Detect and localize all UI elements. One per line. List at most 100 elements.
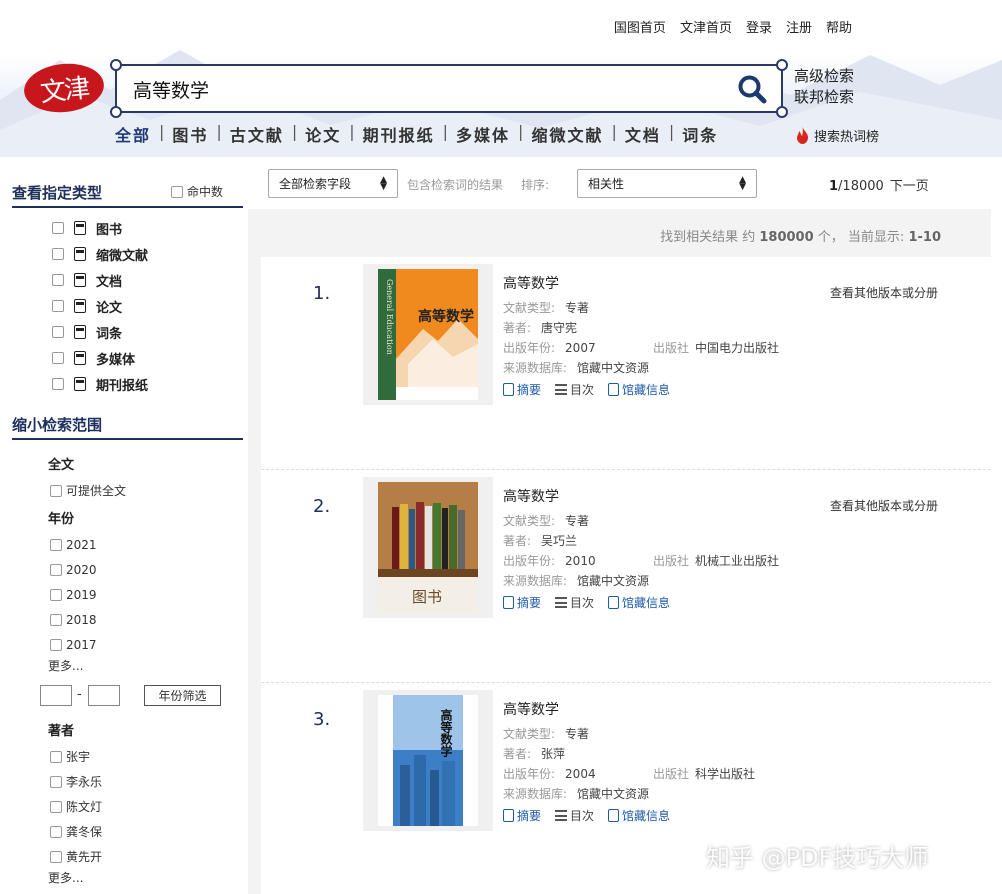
type-item-books[interactable]: 图书 bbox=[52, 215, 148, 241]
checkbox[interactable] bbox=[50, 800, 62, 813]
author-option[interactable]: 陈文灯 bbox=[48, 794, 102, 819]
meta-label: 来源数据库: bbox=[503, 361, 568, 375]
checkbox[interactable] bbox=[50, 588, 62, 601]
checkbox[interactable] bbox=[50, 825, 62, 838]
author-label: 张宇 bbox=[66, 750, 91, 764]
author-option[interactable]: 张宇 bbox=[48, 744, 102, 769]
other-versions-link[interactable]: 查看其他版本或分册 bbox=[830, 284, 938, 301]
checkbox[interactable] bbox=[50, 563, 62, 576]
tab-microform[interactable]: 缩微文献 bbox=[531, 122, 603, 146]
year-dash: - bbox=[77, 687, 82, 702]
year-option[interactable]: 2017 bbox=[48, 632, 97, 657]
checkbox[interactable] bbox=[52, 274, 64, 286]
type-item-papers[interactable]: 论文 bbox=[52, 293, 148, 319]
author-option[interactable]: 李永乐 bbox=[48, 769, 102, 794]
checkbox[interactable] bbox=[50, 850, 62, 863]
year-from-input[interactable] bbox=[40, 685, 72, 706]
toc-link[interactable]: 目次 bbox=[555, 594, 594, 611]
year-filter-button[interactable]: 年份筛选 bbox=[144, 685, 221, 706]
top-link-nlc-home[interactable]: 国图首页 bbox=[614, 17, 666, 36]
federated-search-link[interactable]: 联邦检索 bbox=[794, 87, 854, 108]
author-more-link[interactable]: 更多... bbox=[48, 869, 102, 886]
meta-label: 出版社 bbox=[653, 767, 690, 781]
checkbox[interactable] bbox=[52, 352, 64, 364]
advanced-search-link[interactable]: 高级检索 bbox=[794, 66, 854, 87]
cover-title: 图书 bbox=[412, 588, 442, 606]
checkbox[interactable] bbox=[52, 378, 64, 390]
meta-value: 中国电力出版社 bbox=[695, 341, 780, 355]
top-links: 国图首页 文津首页 登录 注册 帮助 bbox=[614, 17, 852, 36]
hot-search-link[interactable]: 搜索热词榜 bbox=[795, 126, 879, 145]
field-select[interactable]: 全部检索字段 ▲ ▼ bbox=[268, 169, 398, 198]
tab-ancient[interactable]: 古文献 bbox=[230, 122, 284, 146]
tab-books[interactable]: 图书 bbox=[172, 122, 208, 146]
author-option[interactable]: 黄先开 bbox=[48, 844, 102, 869]
checkbox[interactable] bbox=[50, 613, 62, 626]
holding-link[interactable]: 馆藏信息 bbox=[608, 594, 670, 611]
checkbox[interactable] bbox=[170, 185, 183, 198]
result-item: 2. 图书 高等数学 文献类型: 专著 著者: 吴巧兰 出版年份: 2010 出… bbox=[261, 470, 991, 683]
book-cover[interactable]: 图书 bbox=[378, 482, 478, 613]
tab-all[interactable]: 全部 bbox=[115, 122, 151, 146]
meta-label: 出版年份: bbox=[503, 554, 556, 568]
include-label: 包含检索词的结果 bbox=[407, 178, 504, 192]
result-title[interactable]: 高等数学 bbox=[503, 699, 559, 719]
year-more-link[interactable]: 更多... bbox=[48, 657, 97, 674]
checkbox[interactable] bbox=[52, 222, 64, 234]
abstract-link[interactable]: 摘要 bbox=[503, 594, 541, 611]
year-option[interactable]: 2020 bbox=[48, 557, 97, 582]
top-link-register[interactable]: 注册 bbox=[786, 17, 812, 36]
hits-toggle[interactable]: 命中数 bbox=[170, 183, 223, 200]
checkbox[interactable] bbox=[50, 638, 62, 651]
abstract-link[interactable]: 摘要 bbox=[503, 381, 541, 398]
type-item-microform[interactable]: 缩微文献 bbox=[52, 241, 148, 267]
other-versions-link[interactable]: 查看其他版本或分册 bbox=[830, 497, 938, 514]
top-link-help[interactable]: 帮助 bbox=[826, 17, 852, 36]
author-label: 陈文灯 bbox=[66, 800, 103, 814]
checkbox[interactable] bbox=[52, 326, 64, 338]
search-icon[interactable] bbox=[737, 74, 767, 104]
result-title[interactable]: 高等数学 bbox=[503, 273, 559, 293]
author-label: 龚冬保 bbox=[66, 825, 103, 839]
year-option[interactable]: 2021 bbox=[48, 532, 97, 557]
top-link-login[interactable]: 登录 bbox=[746, 17, 772, 36]
tab-papers[interactable]: 论文 bbox=[305, 122, 341, 146]
type-item-entries[interactable]: 词条 bbox=[52, 319, 148, 345]
checkbox[interactable] bbox=[50, 775, 62, 788]
holding-link[interactable]: 馆藏信息 bbox=[608, 807, 670, 824]
top-link-wenjin-home[interactable]: 文津首页 bbox=[680, 17, 732, 36]
holding-label: 馆藏信息 bbox=[622, 383, 671, 397]
book-cover[interactable]: 高等数学 bbox=[378, 695, 478, 826]
sort-select[interactable]: 相关性 ▲ ▼ bbox=[577, 169, 757, 198]
abstract-link[interactable]: 摘要 bbox=[503, 807, 541, 824]
book-cover[interactable]: General Education 高等数学 bbox=[378, 269, 478, 400]
type-label: 词条 bbox=[96, 326, 123, 342]
year-to-input[interactable] bbox=[88, 685, 120, 706]
type-item-periodicals[interactable]: 期刊报纸 bbox=[52, 371, 148, 397]
toc-link[interactable]: 目次 bbox=[555, 807, 594, 824]
meta-type: 文献类型: 专著 bbox=[503, 725, 589, 742]
checkbox[interactable] bbox=[50, 750, 62, 763]
book-icon bbox=[608, 809, 620, 822]
tab-documents[interactable]: 文档 bbox=[625, 122, 661, 146]
tab-entries[interactable]: 词条 bbox=[682, 122, 718, 146]
type-item-multimedia[interactable]: 多媒体 bbox=[52, 345, 148, 371]
year-option[interactable]: 2019 bbox=[48, 582, 97, 607]
tab-multimedia[interactable]: 多媒体 bbox=[456, 122, 510, 146]
tab-periodicals[interactable]: 期刊报纸 bbox=[363, 122, 435, 146]
type-item-documents[interactable]: 文档 bbox=[52, 267, 148, 293]
author-option[interactable]: 龚冬保 bbox=[48, 819, 102, 844]
year-option[interactable]: 2018 bbox=[48, 607, 97, 632]
checkbox[interactable] bbox=[50, 484, 62, 497]
checkbox[interactable] bbox=[52, 300, 64, 312]
toc-link[interactable]: 目次 bbox=[555, 381, 594, 398]
meta-author: 著者: 唐守宪 bbox=[503, 319, 577, 336]
search-input[interactable] bbox=[133, 76, 723, 102]
fulltext-option[interactable]: 可提供全文 bbox=[48, 478, 126, 503]
checkbox[interactable] bbox=[50, 538, 62, 551]
holding-link[interactable]: 馆藏信息 bbox=[608, 381, 670, 398]
next-page-link[interactable]: 下一页 bbox=[890, 179, 929, 194]
checkbox[interactable] bbox=[52, 248, 64, 260]
result-title[interactable]: 高等数学 bbox=[503, 486, 559, 506]
narrow-title: 缩小检索范围 bbox=[12, 416, 103, 434]
